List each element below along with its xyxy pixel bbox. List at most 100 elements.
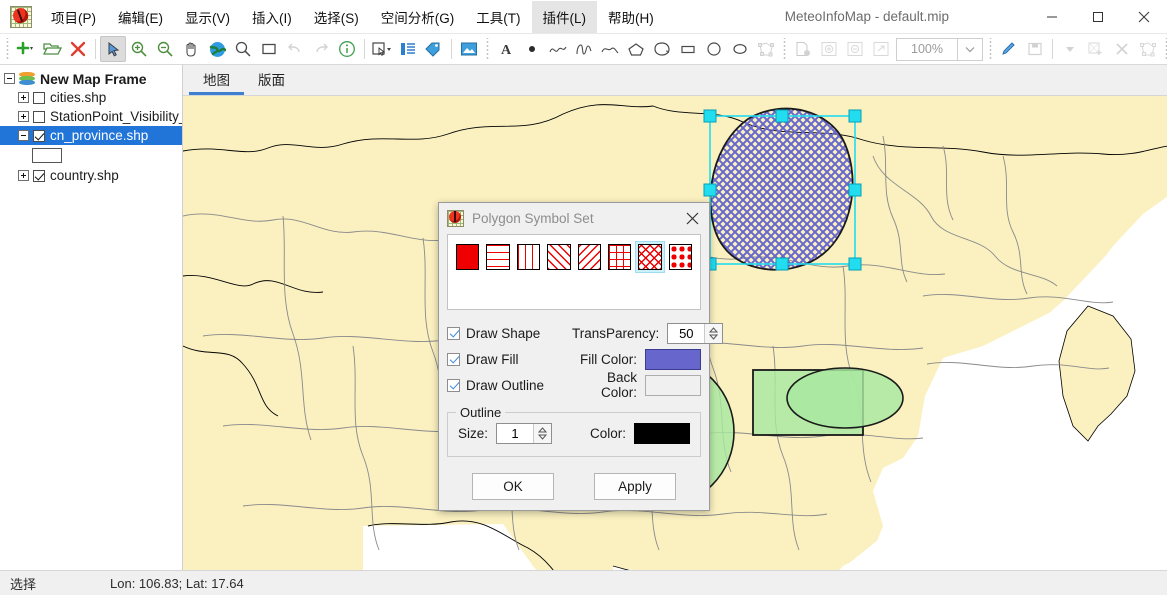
attribute-table-icon[interactable] [395,36,421,62]
dot-icon[interactable] [519,36,545,62]
delete-x-icon[interactable] [1109,36,1135,62]
zoom-out-button[interactable] [152,36,178,62]
menu-item-edit[interactable]: 编辑(E) [107,1,174,33]
palette-dotted-fill[interactable] [667,242,694,272]
ellipse-icon[interactable] [727,36,753,62]
zoom-in-button[interactable] [126,36,152,62]
expander-plus-icon[interactable] [18,170,29,181]
new-project-button[interactable] [13,36,39,62]
palette-solid-fill[interactable] [454,242,481,272]
palette-diagonal-cross-fill[interactable] [635,241,665,273]
spinner-arrows-icon[interactable] [533,424,552,443]
close-icon[interactable] [1121,0,1167,33]
back-color-swatch[interactable] [645,374,701,396]
symbol-palette[interactable] [447,234,701,310]
palette-horizontal-lines-fill[interactable] [484,242,511,272]
dialog-title-bar[interactable]: Polygon Symbol Set [439,203,709,234]
spinner-arrows-icon[interactable] [704,323,723,343]
curve-polygon-icon[interactable] [649,36,675,62]
toolbar-grip[interactable] [484,38,491,60]
palette-backward-diagonal-fill[interactable] [545,242,572,272]
outline-color-swatch[interactable] [634,423,690,444]
picture-icon[interactable] [456,36,482,62]
zoom-level-combo[interactable]: 100% [896,37,983,61]
ok-button[interactable]: OK [472,473,554,500]
tree-root-new-map-frame[interactable]: New Map Frame [0,69,182,88]
palette-vertical-lines-fill[interactable] [515,242,542,272]
outline-size-spinner[interactable] [496,423,553,444]
identify-button[interactable] [230,36,256,62]
checkbox-draw-fill[interactable]: Draw Fill [447,352,572,367]
select-tool-button[interactable] [100,36,126,62]
circle-icon[interactable] [701,36,727,62]
globe-icon[interactable] [204,36,230,62]
letter-a-icon[interactable]: A [493,36,519,62]
page-settings-icon[interactable] [790,36,816,62]
toolbar-grip[interactable] [987,38,994,60]
transparency-spinner[interactable] [667,322,724,344]
new-feature-icon[interactable] [1083,36,1109,62]
maximize-icon[interactable] [1075,0,1121,33]
expander-minus-icon[interactable] [18,130,29,141]
toolbar-grip[interactable] [781,38,788,60]
transparency-input[interactable] [668,323,705,343]
expander-plus-icon[interactable] [18,111,29,122]
menu-item-tools[interactable]: 工具(T) [465,1,531,33]
sidebar-item-cities[interactable]: cities.shp [0,88,182,107]
sidebar-item-stationpoint-visibility[interactable]: StationPoint_Visibility_ [0,107,182,126]
rectangle-icon[interactable] [675,36,701,62]
menu-item-spatial-analysis[interactable]: 空间分析(G) [370,1,466,33]
tab-map[interactable]: 地图 [189,65,244,95]
freehand-curve-icon[interactable] [571,36,597,62]
menu-item-insert[interactable]: 插入(I) [241,1,303,33]
sidebar-item-cn-province[interactable]: cn_province.shp [0,126,182,145]
checkbox-draw-outline[interactable]: Draw Outline [447,378,572,393]
menu-item-plugins[interactable]: 插件(L) [531,0,597,33]
menu-item-select[interactable]: 选择(S) [303,1,370,33]
checkbox-draw-shape[interactable]: Draw Shape [447,326,572,341]
tab-layout[interactable]: 版面 [244,65,299,95]
layer-checkbox[interactable] [33,110,45,123]
page-zoom-out-icon[interactable] [842,36,868,62]
minimize-icon[interactable] [1029,0,1075,33]
vertex-edit-icon[interactable] [753,36,779,62]
expander-plus-icon[interactable] [18,92,29,103]
tag-icon[interactable] [421,36,447,62]
pan-button[interactable] [178,36,204,62]
toolbar-grip[interactable] [1163,38,1167,60]
polygon-icon[interactable] [623,36,649,62]
menu-item-view[interactable]: 显示(V) [174,1,241,33]
page-zoom-in-icon[interactable] [816,36,842,62]
layer-tree-panel[interactable]: New Map Frame cities.shp StationPoint_Vi… [0,65,183,570]
outline-size-input[interactable] [497,424,534,443]
sidebar-item-country[interactable]: country.shp [0,166,182,185]
palette-forward-diagonal-fill[interactable] [576,242,603,272]
undo-arrow-icon[interactable] [282,36,308,62]
select-rectangle-dropdown-icon[interactable] [369,36,395,62]
page-full-extent-icon[interactable] [868,36,894,62]
toolbar-grip[interactable] [4,38,11,60]
menu-item-project[interactable]: 项目(P) [40,1,107,33]
expander-minus-icon[interactable] [4,73,15,84]
remove-layer-button[interactable] [65,36,91,62]
layer-checkbox[interactable] [33,169,45,182]
palette-cross-grid-fill[interactable] [606,242,633,272]
fill-color-swatch[interactable] [645,348,701,370]
polygon-symbol-set-dialog[interactable]: Polygon Symbol Set Draw Shape TransParen… [438,202,724,511]
apply-button[interactable]: Apply [594,473,676,500]
layer-checkbox[interactable] [33,91,45,104]
info-circle-icon[interactable] [334,36,360,62]
caret-down-icon[interactable] [1057,36,1083,62]
menu-item-help[interactable]: 帮助(H) [597,1,665,33]
reshape-vertex-icon[interactable] [1135,36,1161,62]
redo-arrow-icon[interactable] [308,36,334,62]
polyline-icon[interactable] [545,36,571,62]
zoom-to-box-button[interactable] [256,36,282,62]
layer-checkbox[interactable] [33,129,45,142]
open-project-button[interactable] [39,36,65,62]
close-icon[interactable] [675,203,709,234]
pencil-icon[interactable] [996,36,1022,62]
chevron-down-icon[interactable] [957,38,982,60]
floppy-save-icon[interactable] [1022,36,1048,62]
curve-icon[interactable] [597,36,623,62]
